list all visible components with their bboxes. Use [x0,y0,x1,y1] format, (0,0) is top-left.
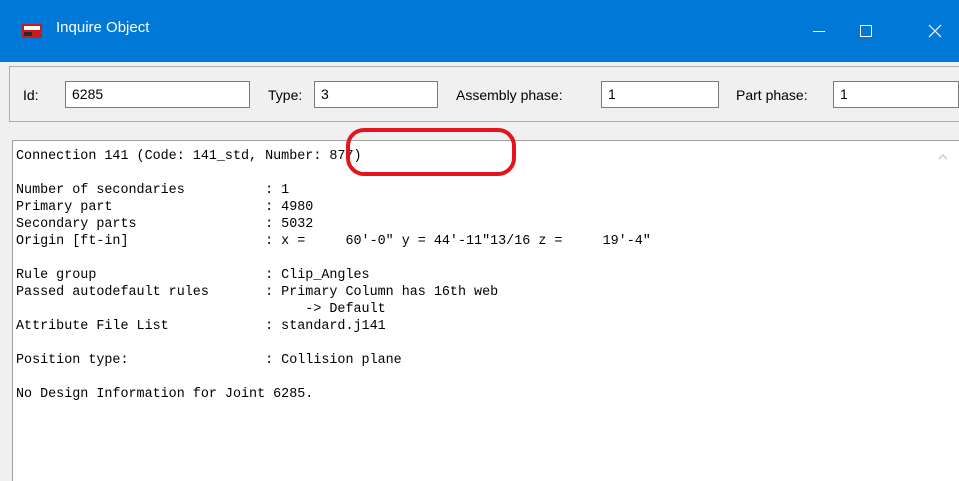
minimize-button[interactable] [795,0,843,62]
id-label: Id: [23,87,39,103]
maximize-button[interactable] [842,0,890,62]
window-title: Inquire Object [56,19,150,36]
part-phase-field[interactable]: 1 [833,81,959,108]
type-field[interactable]: 3 [314,81,438,108]
report-line: Number of secondaries : 1 [16,183,290,198]
report-blank-line [16,165,651,182]
report-line: Secondary parts : 5032 [16,217,314,232]
close-button[interactable] [911,0,959,62]
object-fields-bar: Id: 6285 Type: 3 Assembly phase: 1 Part … [9,66,959,124]
report-blank-line [16,250,651,267]
report-line: Primary part : 4980 [16,200,314,215]
close-icon [928,24,942,38]
report-line: Attribute File List : standard.j141 [16,319,386,334]
part-phase-label: Part phase: [736,87,808,103]
app-window-icon [22,23,42,39]
report-line: Passed autodefault rules : Primary Colum… [16,285,499,300]
number-highlight-annotation [346,128,516,176]
minimize-icon [813,31,825,32]
report-line: Position type: : Collision plane [16,353,402,368]
report-line: -> Default [16,302,386,317]
scroll-up-icon[interactable] [937,150,949,162]
report-blank-line [16,335,651,352]
id-field[interactable]: 6285 [65,81,250,108]
report-line: Origin [ft-in] : x = 60'-0" y = 44'-11"1… [16,234,651,249]
report-line: Rule group : Clip_Angles [16,268,370,283]
report-text: Connection 141 (Code: 141_std, Number: 8… [16,148,651,403]
maximize-icon [860,25,872,37]
assembly-phase-label: Assembly phase: [456,87,563,103]
type-label: Type: [268,87,303,103]
report-line: Connection 141 (Code: 141_std, Number: 8… [16,149,362,164]
report-line: No Design Information for Joint 6285. [16,387,314,402]
title-bar: Inquire Object [0,0,959,62]
report-blank-line [16,369,651,386]
assembly-phase-field[interactable]: 1 [601,81,719,108]
